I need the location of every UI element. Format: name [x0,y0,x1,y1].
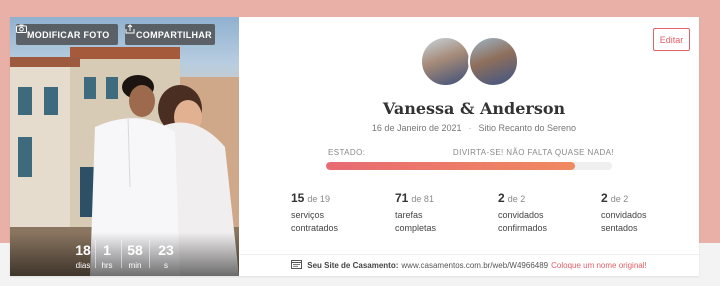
planning-progress-bar [326,162,612,170]
stat-tasks-label-1: tarefas [395,210,423,220]
stat-guests-confirmed-total: de 2 [507,194,526,204]
stat-services[interactable]: 15 de 19 serviços contratados [291,191,383,235]
status-label: ESTADO: [328,148,366,157]
stat-guests-seated[interactable]: 2 de 2 convidados sentados [601,191,693,235]
stat-guests-seated-done: 2 [601,191,608,205]
stat-tasks-total: de 81 [411,194,434,204]
stat-services-label-1: serviços [291,210,325,220]
stat-guests-seated-label-1: convidados [601,210,647,220]
website-label: Seu Site de Casamento: [307,261,399,270]
separator-dot: · [468,123,472,133]
groom-avatar [468,36,519,87]
countdown-seconds-value: 23 [158,242,174,258]
couple-name: Vanessa & Anderson [382,99,566,118]
stat-tasks-done: 71 [395,191,409,205]
wedding-summary-card: MODIFICAR FOTO COMPARTILHAR 18 dias 1 hr… [10,17,699,276]
stat-guests-seated-total: de 2 [610,194,629,204]
edit-button[interactable]: Editar [653,28,690,51]
stat-services-total: de 19 [307,194,330,204]
website-icon [291,260,303,271]
event-details: 16 de Janeiro de 2021 · Sitio Recanto do S… [250,123,698,133]
event-date: 16 de Janeiro de 2021 [371,123,462,133]
stat-guests-confirmed[interactable]: 2 de 2 convidados confirmados [498,191,590,235]
couple-photo[interactable]: MODIFICAR FOTO COMPARTILHAR 18 dias 1 hr… [10,17,239,276]
planning-progress-fill [326,162,575,170]
stat-guests-seated-label-2: sentados [601,223,638,233]
countdown-timer: 18 dias 1 hrs 58 min 23 s [10,232,239,276]
bride-avatar [420,36,471,87]
modify-photo-label: MODIFICAR FOTO [27,29,110,40]
countdown-seconds: 23 s [146,242,186,270]
status-message: DIVIRTA-SE! NÃO FALTA QUASE NADA! [452,148,614,157]
wedding-website-footer: Seu Site de Casamento: www.casamentos.co… [239,254,699,276]
countdown-seconds-unit: s [164,261,168,270]
event-venue: Sitio Recanto do Sereno [478,123,577,133]
modify-photo-button[interactable]: MODIFICAR FOTO [16,24,118,45]
stat-services-label-2: contratados [291,223,339,233]
stat-guests-confirmed-done: 2 [498,191,505,205]
stat-services-done: 15 [291,191,305,205]
custom-name-link[interactable]: Coloque um nome original! [551,261,647,270]
stat-tasks-label-2: completas [395,223,437,233]
stat-tasks[interactable]: 71 de 81 tarefas completas [395,191,487,235]
share-button[interactable]: COMPARTILHAR [125,24,215,45]
stat-guests-confirmed-label-2: confirmados [498,223,548,233]
stat-guests-confirmed-label-1: convidados [498,210,544,220]
website-url[interactable]: www.casamentos.com.br/web/W4966489 [401,261,548,270]
share-label: COMPARTILHAR [136,29,212,40]
